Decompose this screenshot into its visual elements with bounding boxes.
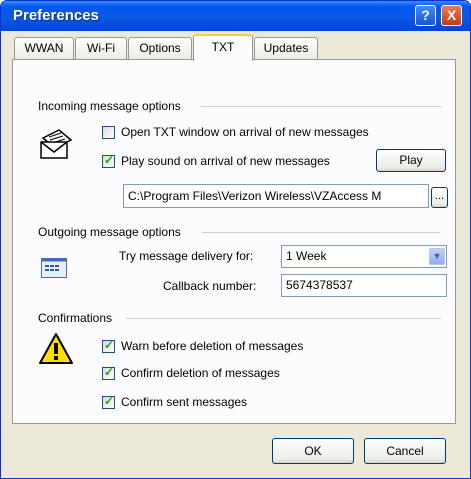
browse-button[interactable]: ... xyxy=(431,187,448,208)
help-button[interactable]: ? xyxy=(415,5,436,26)
callback-label: Callback number: xyxy=(163,279,257,293)
txt-tab-panel: Incoming message options Open TXT window… xyxy=(12,59,456,424)
outgoing-divider xyxy=(202,232,440,233)
envelope-icon xyxy=(40,129,73,159)
warn-before-deletion-checkbox[interactable] xyxy=(102,338,115,353)
ok-button[interactable]: OK xyxy=(272,438,354,464)
open-window-label: Open TXT window on arrival of new messag… xyxy=(121,125,369,139)
tab-updates[interactable]: Updates xyxy=(254,37,318,59)
tab-options[interactable]: Options xyxy=(128,37,192,59)
confirm-sent-checkbox[interactable] xyxy=(102,394,115,409)
callback-number-field[interactable]: 5674378537 xyxy=(281,274,447,297)
confirmations-heading: Confirmations xyxy=(38,311,113,325)
confirm-sent-label: Confirm sent messages xyxy=(121,395,248,409)
incoming-divider xyxy=(201,106,441,107)
tab-wifi[interactable]: Wi-Fi xyxy=(75,37,127,59)
confirm-deletion-checkbox[interactable] xyxy=(102,365,115,380)
dialog-footer: OK Cancel xyxy=(1,424,470,478)
chevron-down-icon[interactable]: ▼ xyxy=(429,248,445,265)
cancel-button[interactable]: Cancel xyxy=(364,438,446,464)
window-title: Preferences xyxy=(13,7,99,24)
play-sound-label: Play sound on arrival of new messages xyxy=(121,154,330,168)
delivery-label: Try message delivery for: xyxy=(119,249,254,263)
message-window-icon xyxy=(41,258,67,278)
play-button[interactable]: Play xyxy=(376,149,446,172)
tab-wwan[interactable]: WWAN xyxy=(14,37,74,59)
outgoing-heading: Outgoing message options xyxy=(38,225,181,239)
tab-txt[interactable]: TXT xyxy=(193,34,253,61)
title-bar[interactable]: Preferences ? X xyxy=(1,1,470,31)
preferences-dialog: Preferences ? X WWAN Wi-Fi Options TXT U… xyxy=(0,0,471,479)
confirm-deletion-label: Confirm deletion of messages xyxy=(121,366,280,380)
confirmations-divider xyxy=(126,318,441,319)
play-sound-checkbox[interactable] xyxy=(102,153,115,168)
incoming-heading: Incoming message options xyxy=(38,99,181,113)
open-window-checkbox[interactable] xyxy=(102,126,115,139)
warn-before-deletion-label: Warn before deletion of messages xyxy=(121,339,304,353)
delivery-select[interactable]: 1 Week xyxy=(281,245,447,268)
close-button[interactable]: X xyxy=(441,5,462,26)
warning-icon xyxy=(39,333,73,364)
sound-path-field[interactable]: C:\Program Files\Verizon Wireless\VZAcce… xyxy=(123,184,429,208)
delivery-value: 1 Week xyxy=(286,249,327,263)
